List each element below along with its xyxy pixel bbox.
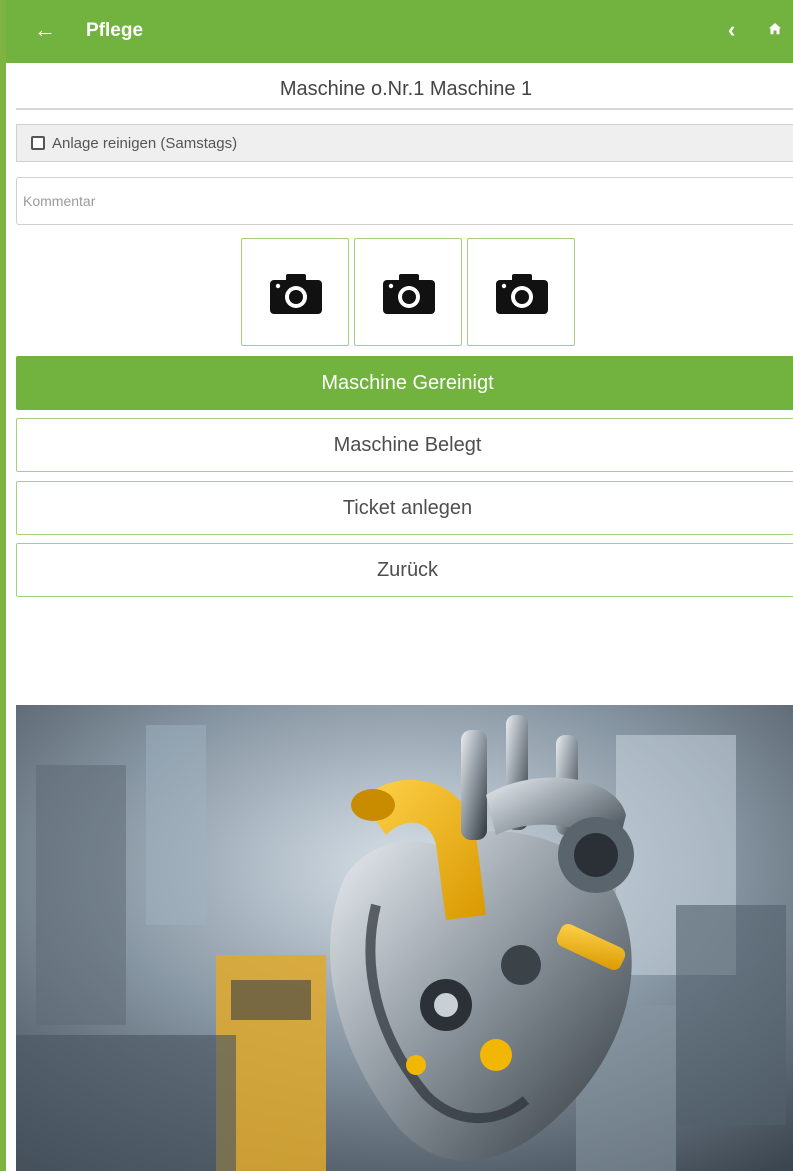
photo-slot-1[interactable] <box>241 238 349 346</box>
create-ticket-button[interactable]: Ticket anlegen <box>16 481 793 535</box>
back-button[interactable]: Zurück <box>16 543 793 597</box>
checkbox[interactable] <box>31 136 45 150</box>
app-bar: ← Pflege ‹ <box>6 0 793 63</box>
camera-icon <box>383 274 435 314</box>
machine-cleaned-button[interactable]: Maschine Gereinigt <box>16 356 793 410</box>
hero-illustration <box>16 705 793 1171</box>
camera-icon <box>496 274 548 314</box>
clean-checkbox-row[interactable]: Anlage reinigen (Samstags) <box>16 124 793 162</box>
home-icon[interactable] <box>766 20 784 38</box>
chevron-left-icon[interactable]: ‹ <box>728 17 735 43</box>
photo-slot-2[interactable] <box>354 238 462 346</box>
app-frame: ← Pflege ‹ Maschine o.Nr.1 Maschine 1 An… <box>0 0 793 1171</box>
comment-input[interactable] <box>16 177 793 225</box>
machine-occupied-button[interactable]: Maschine Belegt <box>16 418 793 472</box>
checkbox-label: Anlage reinigen (Samstags) <box>52 134 238 152</box>
machine-heart-image <box>16 705 793 1171</box>
photo-slot-3[interactable] <box>467 238 575 346</box>
camera-icon <box>270 274 322 314</box>
machine-title: Maschine o.Nr.1 Maschine 1 <box>16 70 793 110</box>
page-title: Pflege <box>86 20 144 41</box>
back-arrow-icon[interactable]: ← <box>34 18 56 42</box>
